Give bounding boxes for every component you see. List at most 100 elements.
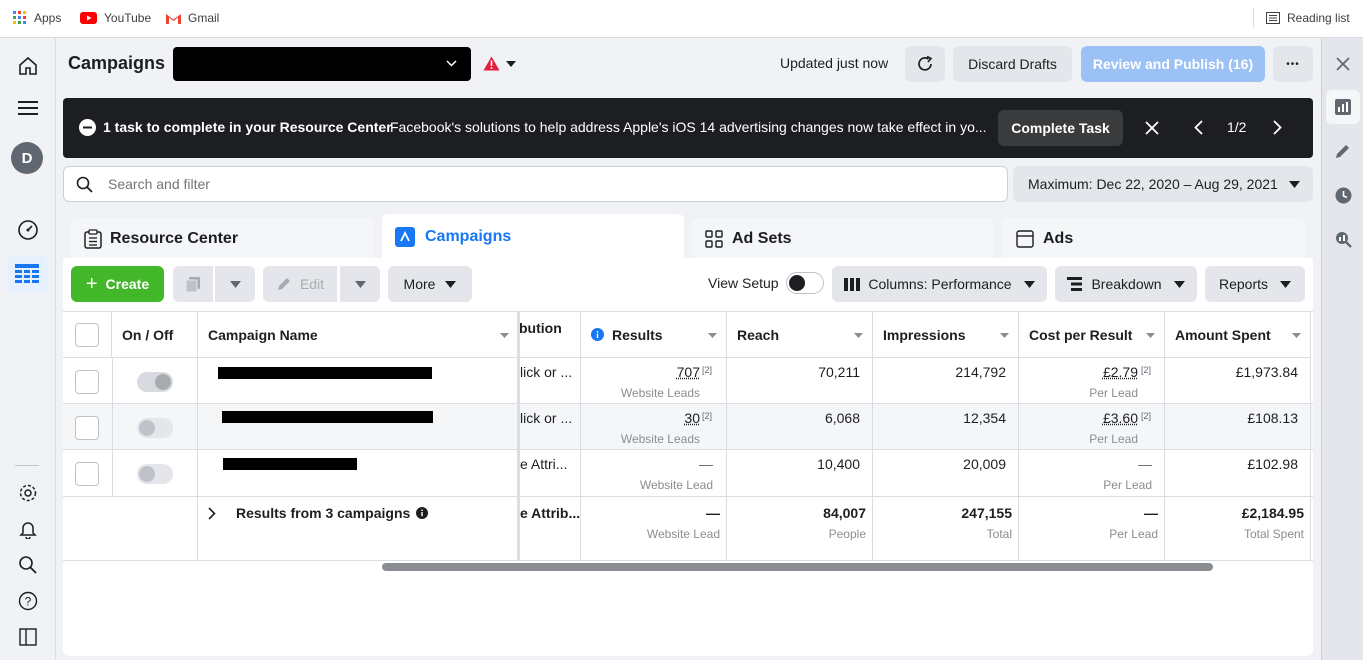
header-attribution[interactable]: bution — [519, 312, 581, 358]
create-label: Create — [105, 276, 150, 292]
chevron-left-icon[interactable] — [1194, 120, 1203, 135]
sidebar-toggle-icon[interactable] — [14, 623, 42, 651]
header-impressions[interactable]: Impressions — [873, 312, 1019, 358]
tab-label: Resource Center — [110, 230, 239, 247]
bar-chart-icon[interactable] — [1326, 90, 1360, 124]
tab-resource-center[interactable]: Resource Center — [71, 218, 373, 260]
pencil-icon[interactable] — [1326, 134, 1360, 168]
bookmark-youtube[interactable]: YouTube — [80, 11, 151, 25]
tab-label: Campaigns — [425, 228, 512, 245]
summary-impressions: 247,155 — [961, 505, 1012, 521]
duplicate-dropdown[interactable] — [215, 266, 255, 302]
redacted-campaign-name[interactable] — [223, 458, 357, 470]
chevron-down-icon — [446, 60, 457, 67]
redacted-campaign-name[interactable] — [218, 367, 432, 379]
refresh-button[interactable] — [905, 46, 945, 82]
dashboard-gauge-icon[interactable] — [14, 216, 42, 244]
edit-dropdown[interactable] — [340, 266, 380, 302]
edit-button[interactable]: Edit — [263, 266, 337, 302]
more-options-button[interactable]: ••• — [1273, 46, 1313, 82]
frozen-column-shadow — [517, 312, 520, 561]
header-label: Amount Spent — [1175, 326, 1271, 343]
header-on-off[interactable]: On / Off — [112, 312, 198, 358]
reading-list[interactable]: Reading list — [1266, 11, 1350, 25]
pencil-icon — [277, 278, 290, 290]
results-footnote: [2] — [702, 365, 713, 375]
search-input[interactable] — [108, 173, 988, 195]
duplicate-button[interactable] — [173, 266, 213, 302]
results-unit: Website Lead — [639, 478, 713, 492]
more-dots-icon: ••• — [1286, 58, 1300, 70]
impressions-cell: 12,354 — [963, 410, 1006, 426]
home-icon[interactable] — [14, 52, 42, 80]
inspect-magnifier-icon[interactable] — [1326, 222, 1360, 256]
notifications-bell-icon[interactable] — [14, 515, 42, 543]
header-label: Cost per Result — [1029, 326, 1133, 343]
breakdown-label: Breakdown — [1091, 276, 1162, 292]
summary-cpr: — — [1144, 505, 1158, 521]
chevron-right-icon[interactable] — [1273, 120, 1282, 135]
tab-campaigns[interactable]: Campaigns — [382, 214, 684, 260]
create-button[interactable]: + Create — [71, 266, 164, 302]
columns-icon — [844, 277, 861, 291]
row-checkbox[interactable] — [75, 370, 99, 394]
close-icon[interactable] — [1326, 47, 1360, 81]
header-amount-spent[interactable]: Amount Spent — [1165, 312, 1311, 358]
account-alert[interactable] — [483, 56, 516, 71]
select-all-checkbox[interactable] — [75, 322, 99, 347]
account-selector[interactable] — [173, 47, 471, 81]
header-cost-per-result[interactable]: Cost per Result — [1019, 312, 1165, 358]
column-divider — [197, 358, 198, 561]
date-range-picker[interactable]: Maximum: Dec 22, 2020 – Aug 29, 2021 — [1013, 166, 1313, 202]
avatar[interactable]: D — [11, 142, 43, 174]
ads-manager-nav-active[interactable] — [7, 255, 47, 293]
bookmark-apps[interactable]: Apps — [13, 11, 61, 25]
campaign-toggle[interactable] — [137, 372, 173, 392]
caret-down-icon — [1173, 280, 1185, 288]
results-value: 30 — [684, 410, 700, 426]
caret-down-icon — [506, 60, 516, 67]
search-icon[interactable] — [14, 551, 42, 579]
table-grid-icon — [15, 264, 39, 283]
search-bar[interactable] — [63, 166, 1008, 202]
header-results[interactable]: Results — [581, 312, 727, 358]
campaign-toggle[interactable] — [137, 418, 173, 438]
clock-icon[interactable] — [1326, 178, 1360, 212]
sort-caret-icon — [1292, 333, 1301, 338]
info-icon — [591, 328, 604, 341]
nav-divider — [15, 465, 39, 466]
more-button[interactable]: More — [388, 266, 472, 302]
spent-cell: £102.98 — [1247, 456, 1298, 472]
tab-ad-sets[interactable]: Ad Sets — [692, 218, 994, 260]
settings-gear-icon[interactable] — [14, 479, 42, 507]
summary-label: Results from 3 campaigns — [236, 505, 429, 521]
complete-task-button[interactable]: Complete Task — [998, 110, 1123, 146]
breakdown-button[interactable]: Breakdown — [1055, 266, 1197, 302]
discard-drafts-button[interactable]: Discard Drafts — [953, 46, 1072, 82]
row-checkbox[interactable] — [75, 462, 99, 486]
reports-button[interactable]: Reports — [1205, 266, 1305, 302]
results-unit: Website Leads — [620, 386, 700, 400]
columns-button[interactable]: Columns: Performance — [832, 266, 1047, 302]
header-campaign-name[interactable]: Campaign Name — [198, 312, 519, 358]
right-rail — [1321, 38, 1363, 660]
help-icon[interactable]: ? — [14, 587, 42, 615]
header-reach[interactable]: Reach — [727, 312, 873, 358]
bookmark-gmail[interactable]: Gmail — [166, 11, 219, 25]
row-checkbox[interactable] — [75, 416, 99, 440]
banner-pager: 1/2 — [1227, 119, 1247, 135]
close-icon[interactable] — [1145, 121, 1159, 135]
reach-cell: 6,068 — [824, 410, 860, 426]
column-divider — [112, 358, 113, 497]
horizontal-scrollbar[interactable] — [382, 563, 1213, 571]
campaign-toggle[interactable] — [137, 464, 173, 484]
reading-list-icon — [1266, 12, 1280, 24]
chevron-right-icon[interactable] — [208, 507, 216, 520]
tab-ads[interactable]: Ads — [1003, 218, 1305, 260]
review-publish-button[interactable]: Review and Publish (16) — [1081, 46, 1265, 82]
redacted-campaign-name[interactable] — [222, 411, 433, 423]
more-label: More — [403, 276, 436, 292]
menu-icon[interactable] — [14, 94, 42, 122]
caret-down-icon — [1023, 280, 1035, 288]
view-setup-toggle[interactable] — [786, 272, 824, 294]
